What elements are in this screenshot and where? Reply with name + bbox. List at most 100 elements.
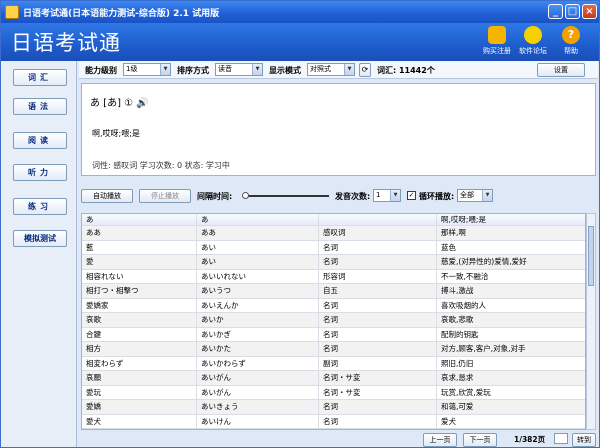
table-cell: 名词・サ変 (319, 385, 437, 400)
word-meaning: 啊,哎呀;喂;是 (92, 129, 140, 138)
close-button[interactable]: × (582, 4, 597, 19)
table-cell: 对方,顾客,客户,对象,对手 (441, 344, 526, 353)
table-row[interactable]: 相変わらず あいかわらず 副词 照旧,仍旧 (82, 356, 585, 371)
table-row[interactable]: 愛あい 名词 慈爱,(对异性的)爱情,爱好 (82, 255, 585, 270)
level-label: 能力级别 (85, 66, 117, 75)
table-row[interactable]: 藍あい 名词 蓝色 (82, 240, 585, 255)
table-cell: あいけん (197, 414, 319, 429)
table-cell: 蓝色 (441, 242, 456, 252)
table-cell: 照旧,仍旧 (441, 358, 474, 368)
sort-label: 排序方式 (177, 66, 209, 75)
table-cell: 副词 (319, 356, 437, 371)
next-page-button[interactable]: 下一页 (463, 433, 497, 447)
table-cell: あいがん (197, 371, 319, 386)
table-header[interactable]: あ あ 啊,哎呀;喂;是 (82, 214, 585, 226)
chevron-down-icon: ▼ (160, 64, 170, 75)
prev-page-button[interactable]: 上一页 (423, 433, 457, 447)
table-cell: あいかわらず (197, 356, 319, 371)
table-cell: 名词 (319, 327, 437, 342)
table-cell: あいえんか (197, 298, 319, 313)
loop-select[interactable]: 全部 ▼ (457, 189, 493, 202)
table-cell: 名词 (319, 342, 437, 357)
vocab-table: あ あ 啊,哎呀;喂;是 ああ ああ 感叹词 那样,啊藍あい 名词 蓝色愛あい 名词 慈爱,(… (81, 213, 586, 430)
table-row[interactable]: 愛犬 あいけん 名词 爱犬 (82, 414, 585, 429)
forum-label: 软件论坛 (519, 47, 547, 55)
level-select[interactable]: 1级 ▼ (123, 63, 171, 76)
table-row[interactable]: ああ ああ 感叹词 那样,啊 (82, 226, 585, 241)
loop-checkbox[interactable]: ✓ (407, 191, 416, 200)
table-cell: 那样,啊 (441, 228, 466, 237)
table-cell: 合鍵 (82, 327, 197, 342)
repeat-select[interactable]: 1 ▼ (373, 189, 401, 202)
word-count: 词汇: 11442个 (377, 66, 435, 75)
table-row[interactable]: 愛嬌 あいきょう 名词 和蔼,可爱 (82, 400, 585, 415)
page-number-input[interactable] (554, 433, 568, 444)
table-row[interactable]: 哀願 あいがん 名词・サ変 哀求,恳求 (82, 371, 585, 386)
sort-select[interactable]: 读音 ▼ (215, 63, 263, 76)
table-row[interactable]: 相方 あいかた 名词 对方,顾客,客户,对象,对手 (82, 342, 585, 357)
table-cell: 哀歌,悲歌 (441, 315, 474, 324)
nav-grammar[interactable]: 语法 (13, 98, 67, 115)
chevron-down-icon: ▼ (252, 64, 262, 75)
buy-register-button[interactable]: 购买注册 (479, 26, 515, 56)
nav-listening[interactable]: 听力 (13, 164, 67, 181)
table-cell: 名词 (319, 298, 437, 313)
pager: 上一页 下一页 1/382页 转到 (79, 432, 598, 447)
table-cell: 愛嬌家 (82, 298, 197, 313)
cart-icon (488, 26, 506, 44)
table-row[interactable]: 愛玩 あいがん 名词・サ変 玩赏,欣赏,爱玩 (82, 385, 585, 400)
sidebar: 词汇 语法 阅读 听力 练习 模拟测试 (1, 61, 77, 447)
vertical-scrollbar[interactable] (586, 213, 596, 430)
table-cell: 相変わらず (82, 356, 197, 371)
scrollbar-thumb[interactable] (588, 226, 594, 286)
go-page-button[interactable]: 转到 (572, 433, 596, 447)
help-button[interactable]: ? 帮助 (553, 26, 589, 56)
interval-label: 间隔时间: (197, 192, 233, 201)
display-label: 显示模式 (269, 66, 301, 75)
table-cell: 慈爱,(对异性的)爱情,爱好 (441, 257, 527, 266)
nav-practice[interactable]: 练习 (13, 198, 67, 215)
table-row[interactable]: 愛嬌家 あいえんか 名词 喜欢吸烟的人 (82, 298, 585, 313)
word-reading: あ [あ] ① 🔊 (90, 98, 149, 109)
interval-slider[interactable] (242, 192, 329, 199)
nav-mock-test[interactable]: 模拟测试 (13, 230, 67, 247)
settings-button[interactable]: 设置 (537, 63, 585, 77)
help-label: 帮助 (564, 47, 578, 55)
maximize-button[interactable]: □ (565, 4, 580, 19)
main-panel: 能力级别 1级 ▼ 排序方式 读音 ▼ 显示模式 对照式 ▼ ⟳ 词汇: 114… (79, 61, 598, 447)
table-cell: 名词 (319, 313, 437, 328)
table-row[interactable]: 合鍵 あいかぎ 名词 配制的钥匙 (82, 327, 585, 342)
table-row[interactable]: 相容れない あいいれない 形容词 不一致,不融洽 (82, 269, 585, 284)
page-info: 1/382页 (514, 435, 546, 444)
display-select[interactable]: 对照式 ▼ (307, 63, 355, 76)
chevron-down-icon: ▼ (482, 190, 492, 201)
nav-reading[interactable]: 阅读 (13, 132, 67, 149)
table-row[interactable]: 相打つ・相撃つ あいうつ 自五 搏斗,激战 (82, 284, 585, 299)
table-cell: 搏斗,激战 (441, 286, 474, 295)
table-cell: ああ (82, 226, 197, 241)
auto-play-button[interactable]: 自动播放 (81, 189, 133, 203)
table-cell: 名词 (319, 255, 437, 270)
forum-button[interactable]: 软件论坛 (515, 26, 551, 56)
chevron-down-icon: ▼ (390, 190, 400, 201)
slider-handle[interactable] (242, 192, 249, 199)
table-cell: あいかぎ (197, 327, 319, 342)
table-cell: 愛 (82, 255, 197, 270)
table-cell: 愛玩 (82, 385, 197, 400)
table-cell: あいがん (197, 385, 319, 400)
table-cell: 愛嬌 (82, 400, 197, 415)
table-cell: 相容れない (82, 269, 197, 284)
loop-label: 循环播放: (419, 192, 455, 201)
stop-play-button[interactable]: 停止播放 (139, 189, 191, 203)
refresh-icon[interactable]: ⟳ (359, 63, 371, 77)
table-row[interactable]: 哀歌 あいか 名词 哀歌,悲歌 (82, 313, 585, 328)
nav-vocabulary[interactable]: 词汇 (13, 69, 67, 86)
table-cell: あいうつ (197, 284, 319, 299)
minimize-button[interactable]: _ (548, 4, 563, 19)
bulb-icon (524, 26, 542, 44)
table-cell: あい (197, 240, 319, 255)
table-cell: 愛犬 (82, 414, 197, 429)
app-window: 日语考试通(日本语能力测试-综合版) 2.1 试用版 _ □ × 日语考试通 购… (0, 0, 600, 448)
window-title: 日语考试通(日本语能力测试-综合版) 2.1 试用版 (23, 9, 220, 19)
table-cell: 玩赏,欣赏,爱玩 (441, 387, 491, 397)
